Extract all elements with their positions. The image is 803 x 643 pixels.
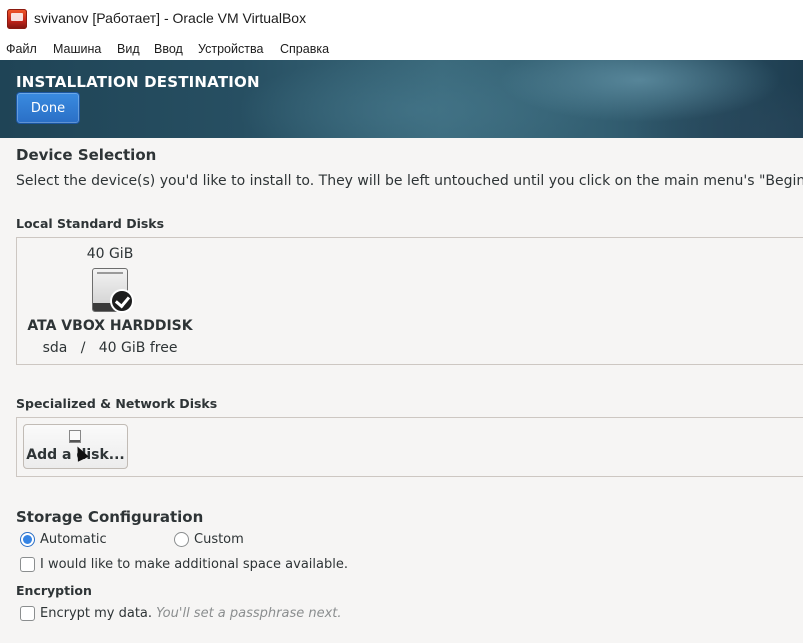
local-disks-title: Local Standard Disks bbox=[16, 216, 165, 231]
menu-input[interactable]: Ввод bbox=[154, 42, 183, 56]
checkmark-icon bbox=[110, 289, 134, 313]
reclaim-space-checkbox[interactable] bbox=[20, 557, 35, 572]
local-disks-panel: 40 GiB ATA VBOX HARDDISK sda / 40 GiB fr… bbox=[16, 237, 803, 365]
disk-icon bbox=[69, 430, 81, 443]
network-disks-panel: Add a disk... bbox=[16, 417, 803, 477]
encrypt-option[interactable]: Encrypt my data. You'll set a passphrase… bbox=[40, 606, 342, 621]
menu-file[interactable]: Файл bbox=[6, 42, 37, 56]
encryption-title: Encryption bbox=[16, 583, 92, 598]
automatic-label[interactable]: Automatic bbox=[40, 532, 107, 547]
menubar: Файл Машина Вид Ввод Устройства Справка bbox=[0, 38, 803, 60]
disk-details: sda / 40 GiB free bbox=[17, 340, 203, 356]
encrypt-checkbox[interactable] bbox=[20, 606, 35, 621]
encrypt-label: Encrypt my data. bbox=[40, 606, 153, 621]
custom-radio[interactable] bbox=[174, 532, 189, 547]
menu-help[interactable]: Справка bbox=[280, 42, 329, 56]
device-selection-description: Select the device(s) you'd like to insta… bbox=[16, 173, 803, 189]
disk-device: sda bbox=[42, 340, 68, 356]
network-disks-title: Specialized & Network Disks bbox=[16, 396, 218, 411]
menu-view[interactable]: Вид bbox=[117, 42, 140, 56]
page-header: INSTALLATION DESTINATION Done bbox=[0, 60, 803, 138]
virtualbox-icon bbox=[7, 9, 27, 29]
disk-size: 40 GiB bbox=[86, 246, 134, 262]
storage-config-title: Storage Configuration bbox=[16, 508, 204, 526]
menu-machine[interactable]: Машина bbox=[53, 42, 101, 56]
menu-devices[interactable]: Устройства bbox=[198, 42, 263, 56]
window-title: svivanov [Работает] - Oracle VM VirtualB… bbox=[34, 10, 307, 26]
done-button[interactable]: Done bbox=[16, 92, 80, 124]
disk-sda[interactable]: 40 GiB ATA VBOX HARDDISK sda / 40 GiB fr… bbox=[17, 238, 203, 364]
encrypt-hint: You'll set a passphrase next. bbox=[156, 606, 342, 621]
disk-name: ATA VBOX HARDDISK bbox=[27, 318, 193, 334]
automatic-radio[interactable] bbox=[20, 532, 35, 547]
reclaim-space-label[interactable]: I would like to make additional space av… bbox=[40, 557, 348, 572]
window-titlebar: svivanov [Работает] - Oracle VM VirtualB… bbox=[0, 0, 803, 38]
disk-separator: / bbox=[80, 340, 86, 356]
device-selection-title: Device Selection bbox=[16, 146, 157, 164]
page-title: INSTALLATION DESTINATION bbox=[16, 73, 260, 91]
disk-free: 40 GiB free bbox=[98, 340, 178, 356]
custom-label[interactable]: Custom bbox=[194, 532, 244, 547]
